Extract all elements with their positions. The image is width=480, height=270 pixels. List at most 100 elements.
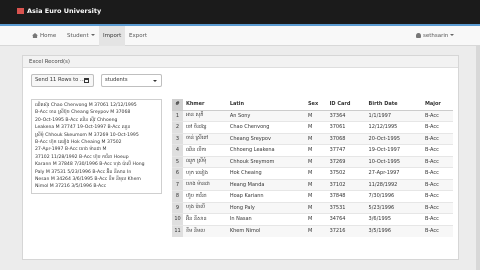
table-row[interactable]: 3 ចាន់ ស្រីពៅ Cheang Sreypov M 37068 20-Oct-1… bbox=[172, 132, 453, 145]
table-cell: 34764 bbox=[326, 213, 366, 225]
table-cell: 37061 bbox=[326, 121, 366, 133]
table-cell: អ៊ិន នីសាន bbox=[183, 213, 227, 225]
table-cell: Cheang Sreypov bbox=[226, 132, 305, 145]
chevron-down-icon bbox=[153, 80, 157, 82]
table-row[interactable]: 6 ហុក ឈៀង Hok Cheaing M 37502 27-Apr-1997 B-Ac… bbox=[172, 167, 453, 179]
table-header-row: # Khmer Latin Sex ID Card Birth Date Major bbox=[172, 99, 453, 111]
table-cell: B-Acc bbox=[421, 109, 453, 122]
table-cell: 37747 bbox=[326, 144, 366, 156]
nav-import-label: Import bbox=[103, 33, 122, 39]
table-cell: M bbox=[304, 167, 327, 179]
table-cell: អាន សុភី bbox=[183, 109, 227, 122]
nav-import[interactable]: Import bbox=[99, 26, 126, 46]
table-cell: 3/6/1995 bbox=[365, 213, 422, 225]
table-cell: ឈិន លីកា bbox=[183, 144, 227, 156]
textarea-line: ឈិតស៊ុរ Chao Chenvong M 37061 12/12/1995 bbox=[35, 103, 137, 108]
nav-user-menu[interactable]: sethsarin bbox=[412, 26, 458, 46]
table-row[interactable]: 1 អាន សុភី An Sony M 37364 1/1/1997 B-Acc bbox=[172, 109, 453, 122]
table-cell: Chao Chenvong bbox=[226, 121, 305, 133]
table-cell: M bbox=[304, 190, 327, 202]
user-icon bbox=[416, 33, 421, 38]
table-cell: M bbox=[304, 178, 327, 191]
table-cell: B-Acc bbox=[421, 201, 453, 214]
table-cell: ហុក ឈៀង bbox=[183, 167, 227, 179]
table-cell: ខឹម និមល bbox=[183, 224, 227, 237]
table-cell: B-Acc bbox=[421, 155, 453, 168]
paste-textarea[interactable]: ឈិតស៊ុរ Chao Chenvong M 37061 12/12/1995… bbox=[31, 99, 162, 194]
panel-title: Excel Record(s) bbox=[29, 59, 70, 65]
table-cell: M bbox=[304, 132, 327, 145]
table-cell: M bbox=[304, 109, 327, 122]
table-row[interactable]: 5 ឈួក ស្រីមុំ Chhouk Sreymom M 37269 10-Oct-1… bbox=[172, 155, 453, 168]
textarea-line: 20-Oct-1995 B-Acc ឈិន ស៊ីវ Chhoeng bbox=[35, 117, 118, 123]
table-cell: Khem Nimol bbox=[226, 224, 305, 237]
table-cell: ហុង ប៉ាលី bbox=[183, 201, 227, 214]
app-logo bbox=[17, 8, 24, 14]
calendar-icon bbox=[84, 78, 89, 83]
textarea-line: Karann M 37848 7/30/1996 B-Acc ហុង ប៉ាលី… bbox=[35, 162, 145, 168]
table-cell: M bbox=[304, 121, 327, 133]
table-row[interactable]: 8 ហ៊ួប ការីនា Hoap Kariann M 37848 7/30/1996 B… bbox=[172, 190, 453, 202]
column-header: Khmer bbox=[183, 99, 227, 111]
table-cell: M bbox=[304, 144, 327, 156]
nav-home[interactable]: Home bbox=[28, 26, 60, 46]
nav-user-label: sethsarin bbox=[423, 33, 449, 39]
table-cell: B-Acc bbox=[421, 190, 453, 202]
table-cell: 37068 bbox=[326, 132, 366, 145]
table-cell: 11/28/1992 bbox=[365, 178, 422, 191]
table-cell: 5 bbox=[172, 155, 183, 168]
table-cell: ហ៊ួប ការីនា bbox=[183, 190, 227, 202]
textarea-line: B-Acc ចាន ស្រីប៊ុច Cheang Sreypov M 3706… bbox=[35, 110, 131, 116]
nav-student[interactable]: Student bbox=[63, 26, 99, 46]
table-cell: 37216 bbox=[326, 224, 366, 237]
table-cell: ចៅ ចិនវង្ស bbox=[183, 121, 227, 133]
table-cell: B-Acc bbox=[421, 167, 453, 179]
table-cell: 7/30/1996 bbox=[365, 190, 422, 202]
table-cell: B-Acc bbox=[421, 132, 453, 145]
table-cell: 10-Oct-1995 bbox=[365, 155, 422, 168]
column-header: Major bbox=[421, 99, 453, 111]
table-cell: 37364 bbox=[326, 109, 366, 122]
table-row[interactable]: 7 ហេង ម៉ានដា Heang Manda M 37102 11/28/1992 B-… bbox=[172, 178, 453, 191]
table-cell: M bbox=[304, 213, 327, 225]
home-icon bbox=[32, 33, 38, 38]
table-cell: 37848 bbox=[326, 190, 366, 202]
target-select-value: students bbox=[105, 77, 128, 83]
target-select[interactable]: students bbox=[101, 74, 162, 87]
table-cell: In Nasan bbox=[226, 213, 305, 225]
table-cell: M bbox=[304, 155, 327, 168]
table-row[interactable]: 2 ចៅ ចិនវង្ស Chao Chenvong M 37061 12/12/1995… bbox=[172, 121, 453, 133]
table-row[interactable]: 9 ហុង ប៉ាលី Hong Paly M 37531 5/23/1996 B-Acc bbox=[172, 201, 453, 214]
table-cell: 19-Oct-1997 bbox=[365, 144, 422, 156]
table-row[interactable]: 10 អ៊ិន នីសាន In Nasan M 34764 3/6/1995 B-Acc bbox=[172, 213, 453, 225]
table-cell: B-Acc bbox=[421, 178, 453, 191]
page-scrollbar[interactable] bbox=[476, 46, 480, 270]
table-cell: 2 bbox=[172, 121, 183, 133]
navbar: Home Student Import Export sethsarin bbox=[0, 26, 480, 46]
table-cell: 37269 bbox=[326, 155, 366, 168]
table-cell: Hong Paly bbox=[226, 201, 305, 214]
panel-header: Excel Record(s) bbox=[23, 56, 458, 68]
chevron-down-icon bbox=[90, 34, 95, 36]
table-cell: 1 bbox=[172, 109, 183, 122]
table-cell: 5/23/1996 bbox=[365, 201, 422, 214]
textarea-line: Nimol M 37216 3/5/1996 B-Acc bbox=[35, 184, 107, 190]
table-cell: B-Acc bbox=[421, 213, 453, 225]
app-title: Asia Euro University bbox=[27, 7, 102, 15]
table-cell: ឈួក ស្រីមុំ bbox=[183, 155, 227, 168]
send-rows-label: Send 11 Rows to ... bbox=[35, 77, 85, 83]
column-header: Latin bbox=[226, 99, 305, 111]
table-row[interactable]: 4 ឈិន លីកា Chhoeng Leakena M 37747 19-Oct-199… bbox=[172, 144, 453, 156]
table-cell: 37531 bbox=[326, 201, 366, 214]
column-header: Sex bbox=[304, 99, 327, 111]
column-header: Birth Date bbox=[365, 99, 422, 111]
nav-export[interactable]: Export bbox=[125, 26, 151, 46]
table-cell: 1/1/1997 bbox=[365, 109, 422, 122]
send-rows-button[interactable]: Send 11 Rows to ... bbox=[31, 74, 94, 87]
table-row[interactable]: 11 ខឹម និមល Khem Nimol M 37216 3/5/1996 B-Acc bbox=[172, 224, 453, 237]
table-cell: 3/5/1996 bbox=[365, 224, 422, 237]
nav-student-label: Student bbox=[67, 33, 89, 39]
table-cell: 8 bbox=[172, 190, 183, 202]
table-cell: ហេង ម៉ានដា bbox=[183, 178, 227, 191]
table-cell: 9 bbox=[172, 201, 183, 214]
